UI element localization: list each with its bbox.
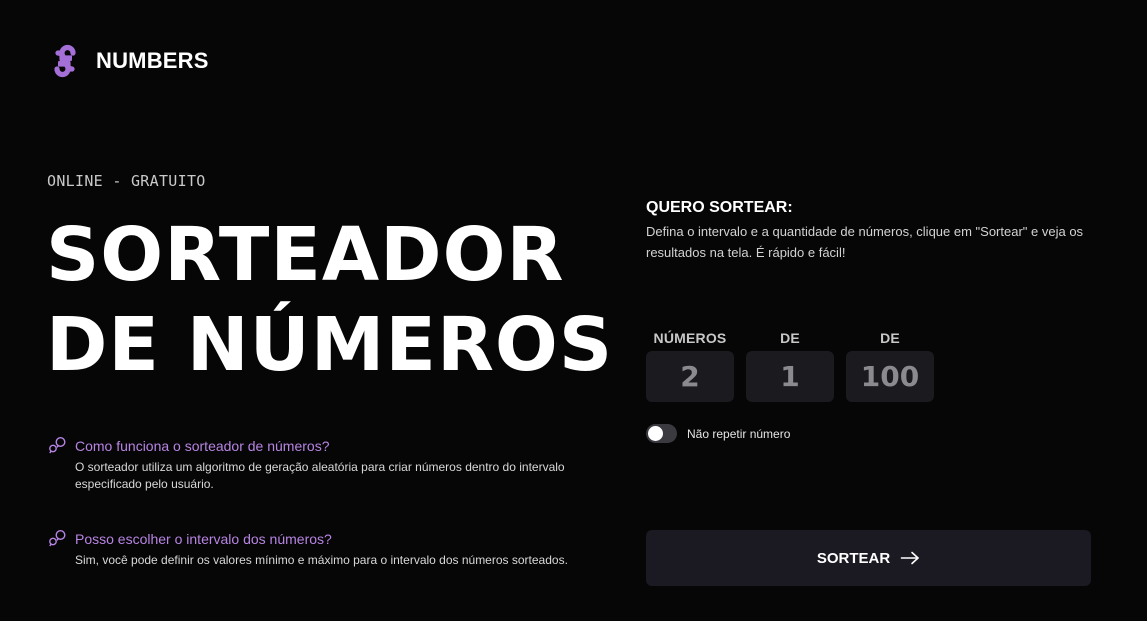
no-repeat-toggle-row: Não repetir número <box>646 424 790 443</box>
draw-button[interactable]: SORTEAR <box>646 530 1091 586</box>
faq-question-row[interactable]: Posso escolher o intervalo dos números? <box>48 529 608 548</box>
hero-eyebrow: ONLINE - GRATUITO <box>47 172 206 190</box>
faq-item: Como funciona o sorteador de números? O … <box>48 436 608 493</box>
panel-title: QUERO SORTEAR: <box>646 199 793 216</box>
faq-question[interactable]: Como funciona o sorteador de números? <box>75 438 329 454</box>
page-title-line2: DE NÚMEROS <box>46 302 614 388</box>
faq-answer: Sim, você pode definir os valores mínimo… <box>75 553 568 567</box>
no-repeat-label: Não repetir número <box>687 426 791 441</box>
min-label: DE <box>780 330 800 346</box>
chat-bubbles-icon <box>49 436 66 454</box>
chat-bubbles-icon <box>49 529 66 547</box>
max-field: DE <box>846 330 934 402</box>
min-field: DE <box>746 330 834 402</box>
brand-name: NUMBERS <box>96 48 209 73</box>
arrow-right-icon <box>900 551 919 565</box>
panel-description: Defina o intervalo e a quantidade de núm… <box>646 224 1084 260</box>
min-input[interactable] <box>746 351 834 402</box>
knot-logo-icon <box>54 44 76 78</box>
quantity-label: NÚMEROS <box>653 330 727 346</box>
faq-question[interactable]: Posso escolher o intervalo dos números? <box>75 531 332 547</box>
page: NUMBERS ONLINE - GRATUITO SORTEADOR DE N… <box>0 0 1147 621</box>
toggle-knob <box>648 426 663 441</box>
quantity-field: NÚMEROS <box>646 330 734 402</box>
faq-answer: O sorteador utiliza um algoritmo de gera… <box>75 460 565 491</box>
faq-item: Posso escolher o intervalo dos números? … <box>48 529 608 569</box>
draw-button-label: SORTEAR <box>816 549 891 567</box>
no-repeat-toggle[interactable] <box>646 424 677 443</box>
faq-question-row[interactable]: Como funciona o sorteador de números? <box>48 436 608 455</box>
max-label: DE <box>880 330 900 346</box>
quantity-input[interactable] <box>646 351 734 402</box>
page-title-line1: SORTEADOR <box>46 212 565 298</box>
page-title: SORTEADOR DE NÚMEROS <box>46 210 613 390</box>
brand-logo[interactable]: NUMBERS <box>48 44 209 78</box>
max-input[interactable] <box>846 351 934 402</box>
